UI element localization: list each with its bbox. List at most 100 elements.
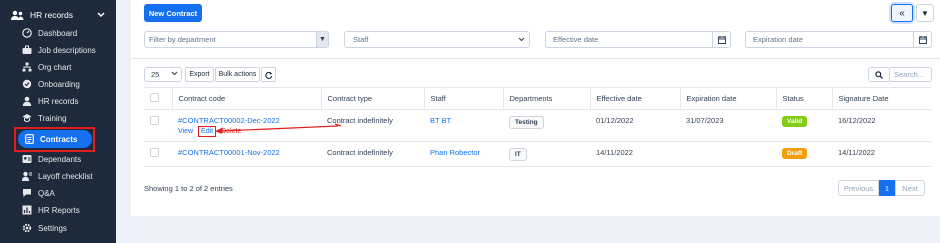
contract-code-link[interactable]: #CONTRACT00002-Dec-2022	[178, 116, 321, 125]
sidebar-item-layoff-checklist[interactable]: Layoff checklist	[22, 169, 93, 183]
row-checkbox[interactable]	[150, 116, 159, 125]
staff-filter[interactable]: Staff	[344, 31, 530, 48]
table-header-row: Contract code Contract type Staff Depart…	[144, 87, 931, 110]
expiration-date-placeholder: Expiration date	[753, 35, 804, 44]
qa-icon	[22, 188, 32, 198]
users-icon	[10, 8, 24, 22]
staff-link[interactable]: Phan Robector	[430, 148, 480, 157]
staff-cell: Phan Robector	[424, 141, 503, 167]
caret-down-icon: ▼	[316, 32, 328, 47]
contract-type-cell: Contract indefinitely	[321, 141, 424, 167]
sidebar-item-settings[interactable]: Settings	[22, 221, 67, 235]
department-cell: IT	[503, 141, 590, 167]
calendar-icon[interactable]	[712, 32, 730, 47]
sidebar-item-hr-records[interactable]: HR records	[22, 94, 78, 108]
department-badge: IT	[509, 148, 527, 161]
view-link[interactable]: View	[178, 128, 193, 137]
delete-link[interactable]: Delete	[221, 128, 241, 137]
sidebar-item-label: Q&A	[38, 188, 55, 198]
sidebar-item-org-chart[interactable]: Org chart	[22, 60, 71, 74]
row-actions: View Edit Delete	[178, 126, 321, 137]
sidebar-item-job-descriptions[interactable]: Job descriptions	[22, 43, 96, 57]
column-header[interactable]: Departments	[503, 87, 591, 110]
briefcase-icon	[22, 45, 32, 55]
sidebar-group-hr-records[interactable]: HR records	[4, 6, 112, 24]
signature-date-cell: 16/12/2022	[832, 109, 931, 142]
sidebar-item-label: Onboarding	[38, 79, 80, 89]
effective-date-field[interactable]: Effective date	[545, 31, 731, 48]
filter-icon[interactable]: ▼	[916, 4, 934, 22]
search-icon[interactable]	[868, 67, 890, 82]
table-row: #CONTRACT00002-Dec-2022 View Edit Delete…	[144, 109, 931, 142]
page-size-value: 25	[151, 70, 160, 79]
sidebar-item-label: HR records	[38, 96, 79, 106]
select-all-checkbox[interactable]	[150, 93, 159, 102]
sidebar-item-hr-reports[interactable]: HR Reports	[22, 203, 80, 217]
effective-date-cell: 01/12/2022	[590, 109, 680, 142]
sidebar: HR records Dashboard Job descriptions Or…	[0, 0, 116, 243]
effective-date-cell: 14/11/2022	[590, 141, 680, 167]
dependants-icon	[22, 154, 32, 164]
export-button[interactable]: Export	[185, 67, 214, 82]
column-header[interactable]: Signature Date	[832, 87, 931, 110]
sidebar-item-dependants[interactable]: Dependants	[22, 152, 81, 166]
checklist-icon	[22, 171, 32, 181]
page-size-select[interactable]: 25	[144, 67, 182, 82]
status-badge: Draft	[782, 148, 808, 159]
select-all-cell	[144, 87, 173, 110]
dashboard-icon	[22, 28, 32, 38]
column-header[interactable]: Contract code	[172, 87, 322, 110]
sidebar-item-onboarding[interactable]: Onboarding	[22, 77, 80, 91]
sidebar-item-label: HR Reports	[38, 205, 80, 215]
refresh-icon[interactable]	[261, 67, 276, 82]
sidebar-item-qa[interactable]: Q&A	[22, 186, 55, 200]
row-select-cell	[144, 109, 172, 142]
column-header[interactable]: Status	[776, 87, 833, 110]
expiration-date-field[interactable]: Expiration date	[745, 31, 932, 48]
column-header[interactable]: Expiration date	[680, 87, 777, 110]
department-filter[interactable]: Filter by department ▼	[144, 31, 329, 48]
chevron-down-icon[interactable]	[96, 10, 106, 20]
column-header[interactable]: Contract type	[321, 87, 425, 110]
staff-cell: BT BT	[424, 109, 503, 142]
training-icon	[22, 113, 32, 123]
gear-icon	[22, 223, 32, 233]
expiration-date-cell	[680, 141, 776, 167]
status-cell: Valid	[776, 109, 832, 142]
department-filter-placeholder: Filter by department	[149, 35, 216, 44]
calendar-icon[interactable]	[913, 32, 931, 47]
annotation-highlight-box	[14, 127, 95, 152]
status-badge: Valid	[782, 116, 808, 127]
contract-code-cell: #CONTRACT00002-Dec-2022 View Edit Delete	[172, 109, 321, 142]
new-contract-button[interactable]: New Contract	[144, 4, 202, 22]
sidebar-item-training[interactable]: Training	[22, 111, 67, 125]
contracts-table: Contract code Contract type Staff Depart…	[144, 87, 931, 167]
column-header[interactable]: Staff	[424, 87, 504, 110]
column-header[interactable]: Effective date	[590, 87, 681, 110]
bulk-actions-button[interactable]: Bulk actions	[215, 67, 260, 82]
row-checkbox[interactable]	[150, 148, 159, 157]
effective-date-placeholder: Effective date	[553, 35, 599, 44]
search-input[interactable]: Search...	[890, 67, 932, 82]
edit-link[interactable]: Edit	[198, 126, 217, 137]
sidebar-item-label: Settings	[38, 223, 67, 233]
expiration-date-cell: 31/07/2023	[680, 109, 776, 142]
sidebar-item-dashboard[interactable]: Dashboard	[22, 26, 77, 40]
contract-code-cell: #CONTRACT00001-Nov-2022	[172, 141, 321, 167]
previous-page-button[interactable]: Previous	[838, 180, 879, 196]
status-cell: Draft	[776, 141, 832, 167]
org-chart-icon	[22, 62, 32, 72]
signature-date-cell: 14/11/2022	[832, 141, 931, 167]
onboarding-icon	[22, 79, 32, 89]
sidebar-item-label: Job descriptions	[38, 45, 96, 55]
chevron-down-icon	[171, 71, 178, 78]
sidebar-item-label: Training	[38, 113, 67, 123]
collapse-icon[interactable]: «	[891, 4, 913, 22]
sidebar-item-label: Dashboard	[38, 28, 78, 38]
department-badge: Testing	[509, 116, 544, 129]
page-1-button[interactable]: 1	[879, 180, 895, 196]
sidebar-item-label: Org chart	[38, 62, 72, 72]
next-page-button[interactable]: Next	[895, 180, 925, 196]
staff-link[interactable]: BT BT	[430, 116, 451, 125]
contract-code-link[interactable]: #CONTRACT00001-Nov-2022	[178, 148, 321, 157]
